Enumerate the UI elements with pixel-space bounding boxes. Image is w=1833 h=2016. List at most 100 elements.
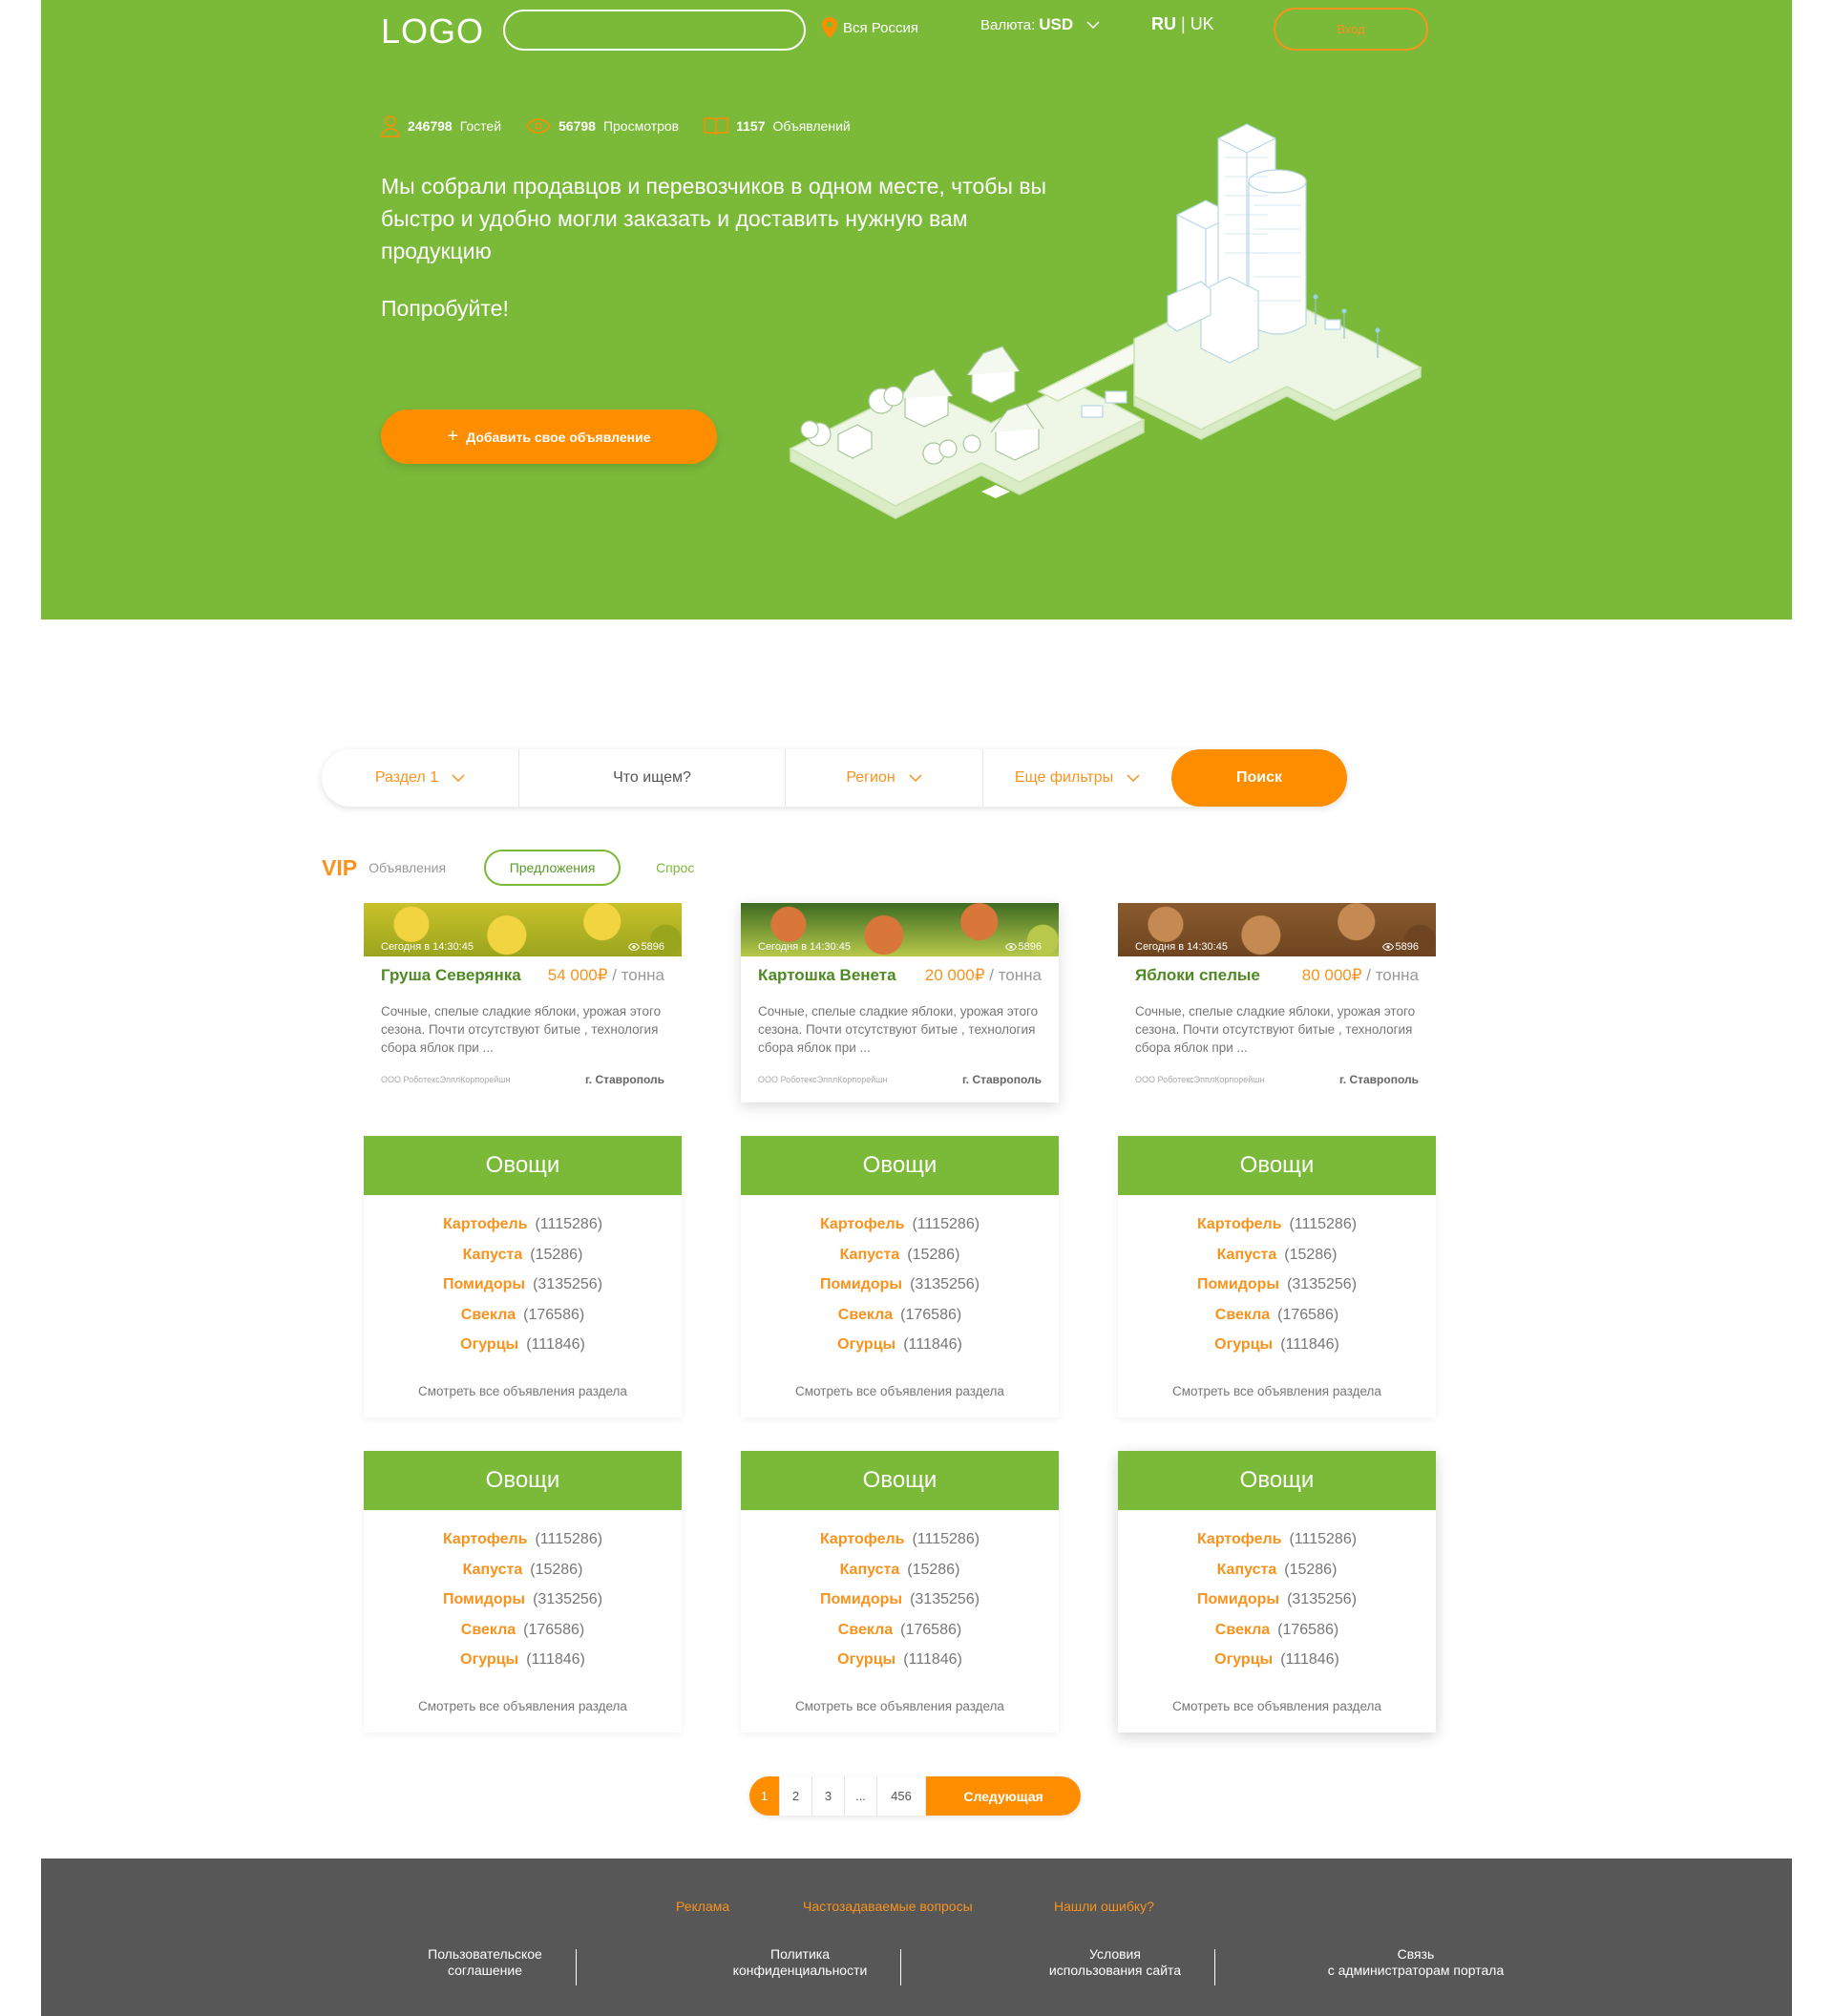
what-search-input[interactable]: Что ищем? [519,749,786,807]
category-item-link[interactable]: Свекла [1215,1622,1270,1638]
footer-divider [1214,1949,1215,1985]
hero-section: LOGO Вся Россия Валюта: USD RU | UK Вход… [41,0,1792,620]
category-item-link[interactable]: Картофель [443,1531,528,1547]
header-search-input[interactable] [503,10,806,51]
stat-guests-label: Гостей [459,118,502,134]
category-title[interactable]: Овощи [741,1136,1059,1195]
category-item-link[interactable]: Свекла [461,1307,516,1323]
region-dropdown[interactable]: Регион [786,749,983,807]
category-item-link[interactable]: Свекла [461,1622,516,1638]
category-item-link[interactable]: Помидоры [1197,1276,1279,1292]
vip-card-date: Сегодня в 14:30:45 [1135,941,1228,953]
category-item: Помидоры (3135256) [741,1276,1059,1307]
category-item-link[interactable]: Картофель [1197,1531,1282,1547]
search-button[interactable]: Поиск [1171,749,1347,807]
page-button-last[interactable]: 456 [877,1776,926,1816]
category-item-link[interactable]: Капуста [1217,1562,1277,1578]
next-page-button[interactable]: Следующая [926,1776,1081,1816]
footer-user-agreement[interactable]: Пользовательское соглашение [366,1946,604,1979]
category-item: Огурцы (111846) [741,1651,1059,1682]
category-item: Капуста (15286) [741,1247,1059,1277]
footer-divider [576,1949,577,1985]
category-item-link[interactable]: Капуста [1217,1247,1277,1263]
category-item: Помидоры (3135256) [1118,1276,1436,1307]
category-item-link[interactable]: Свекла [838,1307,893,1323]
category-title[interactable]: Овощи [364,1451,682,1510]
footer-contact-admin[interactable]: Связь с администраторам портала [1273,1946,1559,1979]
lang-uk[interactable]: UK [1190,14,1214,33]
footer-link-report-error[interactable]: Нашли ошибку? [1054,1899,1154,1914]
footer-link-ads[interactable]: Реклама [676,1899,729,1914]
vip-card[interactable]: Сегодня в 14:30:45 5896 Яблоки спелые 80 0… [1118,903,1436,1102]
category-item-link[interactable]: Свекла [1215,1307,1270,1323]
category-item-link[interactable]: Огурцы [837,1336,895,1353]
page: LOGO Вся Россия Валюта: USD RU | UK Вход… [0,0,1833,2016]
category-item-link[interactable]: Свекла [838,1622,893,1638]
page-button-3[interactable]: 3 [812,1776,845,1816]
tab-demand[interactable]: Спрос [656,860,694,875]
category-item-link[interactable]: Огурцы [1214,1336,1273,1353]
vip-card[interactable]: Сегодня в 14:30:45 5896 Картошка Венета 20… [741,903,1059,1102]
vip-card-company: ООО РоботексЭпплКорпорейшн [758,1075,888,1084]
footer-terms-of-use[interactable]: Условия использования сайта [996,1946,1234,1979]
page-button-2[interactable]: 2 [780,1776,812,1816]
page-button-1[interactable]: 1 [749,1776,780,1816]
view-all-section-link[interactable]: Смотреть все объявления раздела [1118,1384,1436,1398]
category-item-link[interactable]: Капуста [463,1562,523,1578]
category-item-link[interactable]: Помидоры [820,1591,902,1607]
view-all-section-link[interactable]: Смотреть все объявления раздела [1118,1699,1436,1713]
vip-card-title[interactable]: Груша Северянка [381,966,521,985]
footer-link-faq[interactable]: Частозадаваемые вопросы [803,1899,973,1914]
section-dropdown[interactable]: Раздел 1 [322,749,519,807]
category-item-link[interactable]: Огурцы [837,1651,895,1668]
more-filters-dropdown[interactable]: Еще фильтры [983,749,1171,807]
tab-offers[interactable]: Предложения [484,850,622,886]
category-item: Помидоры (3135256) [364,1591,682,1622]
category-item-link[interactable]: Помидоры [443,1591,525,1607]
vip-card-footer: ООО РоботексЭпплКорпорейшн г. Ставрополь [381,1073,664,1086]
category-item-link[interactable]: Помидоры [820,1276,902,1292]
category-item-link[interactable]: Картофель [820,1216,905,1232]
category-item-link[interactable]: Картофель [443,1216,528,1232]
category-item-link[interactable]: Капуста [840,1562,900,1578]
vip-card[interactable]: Сегодня в 14:30:45 5896 Груша Северянка 54… [364,903,682,1102]
login-button[interactable]: Вход [1274,8,1428,51]
vip-card-title[interactable]: Яблоки спелые [1135,966,1260,985]
pagination: 1 2 3 ... 456 Следующая [749,1776,1081,1816]
footer-privacy-policy[interactable]: Политика конфиденциальности [681,1946,919,1979]
category-item-link[interactable]: Капуста [463,1247,523,1263]
vip-card-price-unit: / тонна [607,966,664,984]
category-item-link[interactable]: Огурцы [460,1336,518,1353]
category-item-link[interactable]: Помидоры [1197,1591,1279,1607]
vip-card-title[interactable]: Картошка Венета [758,966,896,985]
vip-card-title-row: Груша Северянка 54 000₽ / тонна [381,966,664,985]
category-item-link[interactable]: Огурцы [460,1651,518,1668]
category-title[interactable]: Овощи [1118,1136,1436,1195]
category-item-link[interactable]: Помидоры [443,1276,525,1292]
view-all-section-link[interactable]: Смотреть все объявления раздела [741,1699,1059,1713]
category-item: Свекла (176586) [741,1622,1059,1652]
category-item-link[interactable]: Картофель [820,1531,905,1547]
lang-ru[interactable]: RU [1151,14,1176,33]
category-item-count: (176586) [523,1306,585,1323]
view-all-section-link[interactable]: Смотреть все объявления раздела [364,1699,682,1713]
category-item-link[interactable]: Капуста [840,1247,900,1263]
category-title[interactable]: Овощи [364,1136,682,1195]
category-item: Картофель (1115286) [1118,1216,1436,1247]
view-all-section-link[interactable]: Смотреть все объявления раздела [741,1384,1059,1398]
currency-selector[interactable]: Валюта: USD [980,15,1100,34]
category-item-link[interactable]: Огурцы [1214,1651,1273,1668]
add-listing-button[interactable]: + Добавить свое объявление [381,410,717,464]
category-item-link[interactable]: Картофель [1197,1216,1282,1232]
view-all-section-link[interactable]: Смотреть все объявления раздела [364,1384,682,1398]
category-item: Свекла (176586) [741,1307,1059,1337]
category-title[interactable]: Овощи [1118,1451,1436,1510]
filter-bar: Раздел 1 Что ищем? Регион Еще фильтры По… [322,749,1347,807]
location-selector[interactable]: Вся Россия [822,17,918,38]
currency-label: Валюта: [980,16,1036,33]
category-item-count: (3135256) [533,1591,603,1607]
logo[interactable]: LOGO [381,11,484,52]
category-title[interactable]: Овощи [741,1451,1059,1510]
category-item-count: (111846) [903,1336,962,1353]
city-farm-illustration [789,123,1422,519]
